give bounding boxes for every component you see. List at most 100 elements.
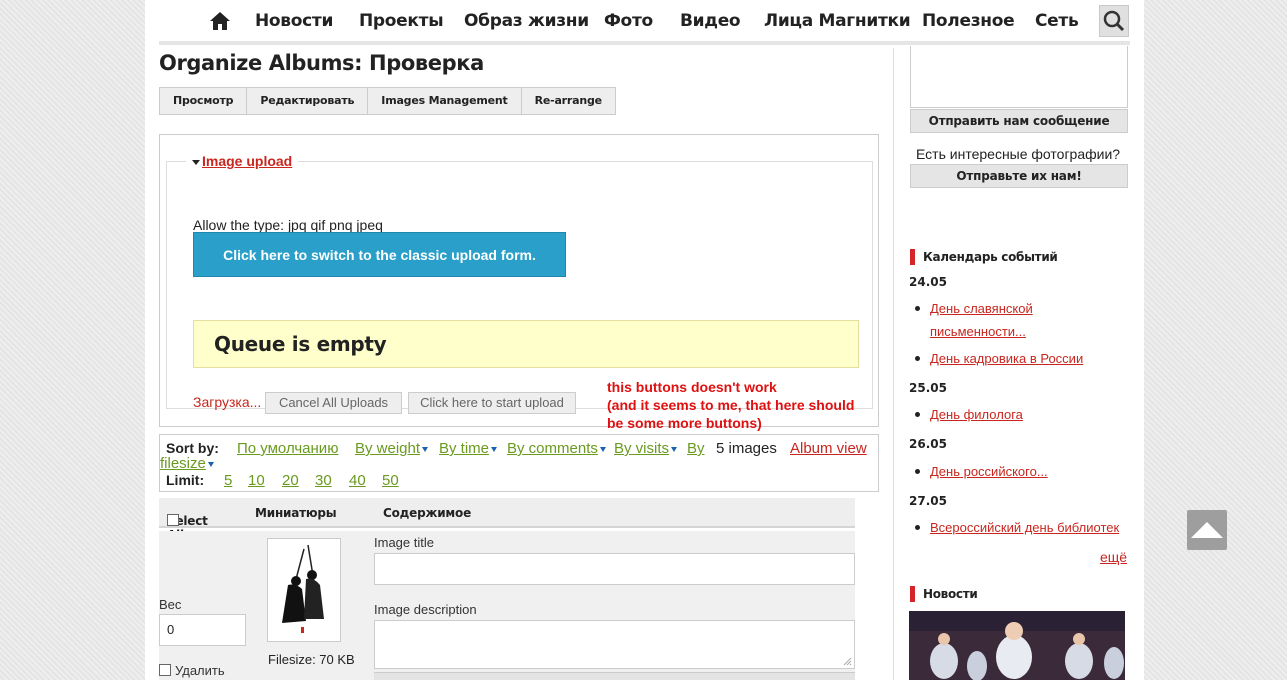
table-row: Вес 0 Удалить Filesize: 70 KB Image titl…: [159, 531, 855, 680]
more-events-link[interactable]: ещё: [1100, 549, 1127, 565]
sort-arrow-icon: [491, 446, 498, 452]
delete-checkbox[interactable]: [159, 664, 171, 676]
event-link[interactable]: День российского...: [930, 460, 1048, 483]
sort-filesize-label: filesize: [160, 455, 206, 472]
sort-default-link[interactable]: По умолчанию: [237, 440, 338, 457]
event-date: 26.05: [909, 437, 947, 451]
tab-bar: Просмотр Редактировать Images Management…: [159, 87, 616, 115]
photo-question: Есть интересные фотографии?: [916, 146, 1121, 162]
event-date: 27.05: [909, 494, 947, 508]
limit-30-link[interactable]: 30: [315, 472, 332, 489]
image-title-label: Image title: [374, 535, 434, 550]
annotation-line: be some more buttons): [607, 415, 762, 431]
classic-upload-switch-button[interactable]: Click here to switch to the classic uplo…: [193, 232, 566, 277]
search-icon: [1103, 10, 1125, 32]
send-photos-button[interactable]: Отправьте их нам!: [910, 164, 1128, 188]
nav-item-useful[interactable]: Полезное: [922, 11, 1015, 31]
nav-item-faces[interactable]: Лица Магнитки: [764, 11, 911, 31]
bullet-icon: [915, 412, 920, 417]
select-all-checkbox[interactable]: [167, 514, 179, 526]
collapse-arrow-icon: [192, 159, 200, 165]
legend-label: Image upload: [202, 153, 293, 169]
upload-panel: Allow the type: jpq qif pnq jpeq Click h…: [159, 134, 879, 431]
home-icon[interactable]: [209, 10, 231, 32]
album-view-link[interactable]: Album view: [790, 440, 867, 457]
sort-arrow-icon: [207, 461, 214, 467]
bullet-icon: [915, 525, 920, 530]
nav-item-news[interactable]: Новости: [255, 11, 333, 31]
sort-time-link[interactable]: By time: [439, 440, 498, 457]
event-link-line: письменности...: [930, 324, 1026, 339]
image-upload-toggle[interactable]: Image upload: [186, 153, 299, 169]
sort-label: Sort by:: [166, 440, 219, 456]
limit-10-link[interactable]: 10: [248, 472, 265, 489]
news-heading: Новости: [910, 586, 978, 602]
limit-20-link[interactable]: 20: [282, 472, 299, 489]
kendo-figures-image: [268, 539, 340, 641]
col-thumbnails: Миниатюры: [255, 506, 337, 520]
sidebar-divider: [893, 48, 894, 680]
weight-label: Вес: [159, 597, 182, 612]
tab-rearrange[interactable]: Re-arrange: [522, 88, 615, 114]
top-nav: Новости Проекты Образ жизни Фото Видео Л…: [145, 0, 1144, 42]
search-button[interactable]: [1099, 5, 1129, 37]
bullet-icon: [915, 356, 920, 361]
sort-visits-link[interactable]: By visits: [614, 440, 678, 457]
loading-status: Загрузка...: [193, 394, 262, 410]
image-count: 5 images: [716, 440, 777, 457]
sort-weight-label: By weight: [355, 440, 421, 457]
col-content: Содержимое: [383, 506, 472, 520]
limit-5-link[interactable]: 5: [224, 472, 232, 489]
weight-input[interactable]: 0: [159, 614, 246, 646]
sort-comments-label: By comments: [507, 440, 598, 457]
page: Новости Проекты Образ жизни Фото Видео Л…: [145, 0, 1144, 680]
annotation-note: this buttons doesn't work (and it seems …: [607, 378, 854, 432]
cancel-uploads-button[interactable]: Cancel All Uploads: [265, 392, 402, 414]
nav-item-projects[interactable]: Проекты: [359, 11, 444, 31]
event-date: 24.05: [909, 275, 947, 289]
resize-grip-icon[interactable]: [843, 657, 852, 666]
image-upload-fieldset: Allow the type: jpq qif pnq jpeq Click h…: [166, 161, 873, 431]
limit-label: Limit:: [166, 472, 205, 488]
nav-item-network[interactable]: Сеть: [1035, 11, 1079, 31]
delete-option[interactable]: Удалить: [159, 663, 225, 678]
nav-divider: [159, 41, 1130, 45]
textarea-resize-bar[interactable]: [374, 672, 855, 680]
limit-40-link[interactable]: 40: [349, 472, 366, 489]
bullet-icon: [915, 306, 920, 311]
calendar-heading: Календарь событий: [910, 249, 1058, 265]
news-image[interactable]: [909, 611, 1125, 680]
annotation-line: (and it seems to me, that here should: [607, 397, 855, 413]
nav-item-photo[interactable]: Фото: [604, 11, 653, 31]
sort-arrow-icon: [422, 446, 429, 452]
event-link[interactable]: День филолога: [930, 403, 1023, 426]
image-description-textarea[interactable]: [374, 620, 855, 669]
sort-visits-label: By visits: [614, 440, 670, 457]
images-table-header: Select All Миниатюры Содержимое: [159, 498, 855, 542]
image-description-label: Image description: [374, 602, 477, 617]
event-link-line: День славянской: [930, 301, 1033, 316]
event-link[interactable]: День славянской письменности...: [930, 297, 1033, 343]
dancers-photo: [909, 611, 1125, 680]
sort-filesize-link-start[interactable]: By: [687, 440, 705, 457]
nav-item-lifestyle[interactable]: Образ жизни: [464, 11, 589, 31]
image-thumbnail[interactable]: [267, 538, 341, 642]
event-link[interactable]: Всероссийский день библиотек: [930, 516, 1119, 539]
message-textarea[interactable]: [910, 46, 1128, 108]
sort-filesize-link[interactable]: filesize: [160, 455, 214, 472]
sort-weight-link[interactable]: By weight: [355, 440, 429, 457]
sort-arrow-icon: [671, 446, 678, 452]
sort-arrow-icon: [599, 446, 606, 452]
tab-view[interactable]: Просмотр: [160, 88, 248, 114]
image-title-input[interactable]: [374, 553, 855, 585]
send-message-button[interactable]: Отправить нам сообщение: [910, 109, 1128, 133]
tab-edit[interactable]: Редактировать: [247, 88, 369, 114]
nav-item-video[interactable]: Видео: [680, 11, 741, 31]
limit-50-link[interactable]: 50: [382, 472, 399, 489]
event-link[interactable]: День кадровика в России: [930, 347, 1083, 370]
scroll-to-top-button[interactable]: [1187, 510, 1227, 550]
event-date: 25.05: [909, 381, 947, 395]
tab-images-management[interactable]: Images Management: [368, 88, 522, 114]
start-upload-button[interactable]: Click here to start upload: [408, 392, 576, 414]
sort-comments-link[interactable]: By comments: [507, 440, 606, 457]
